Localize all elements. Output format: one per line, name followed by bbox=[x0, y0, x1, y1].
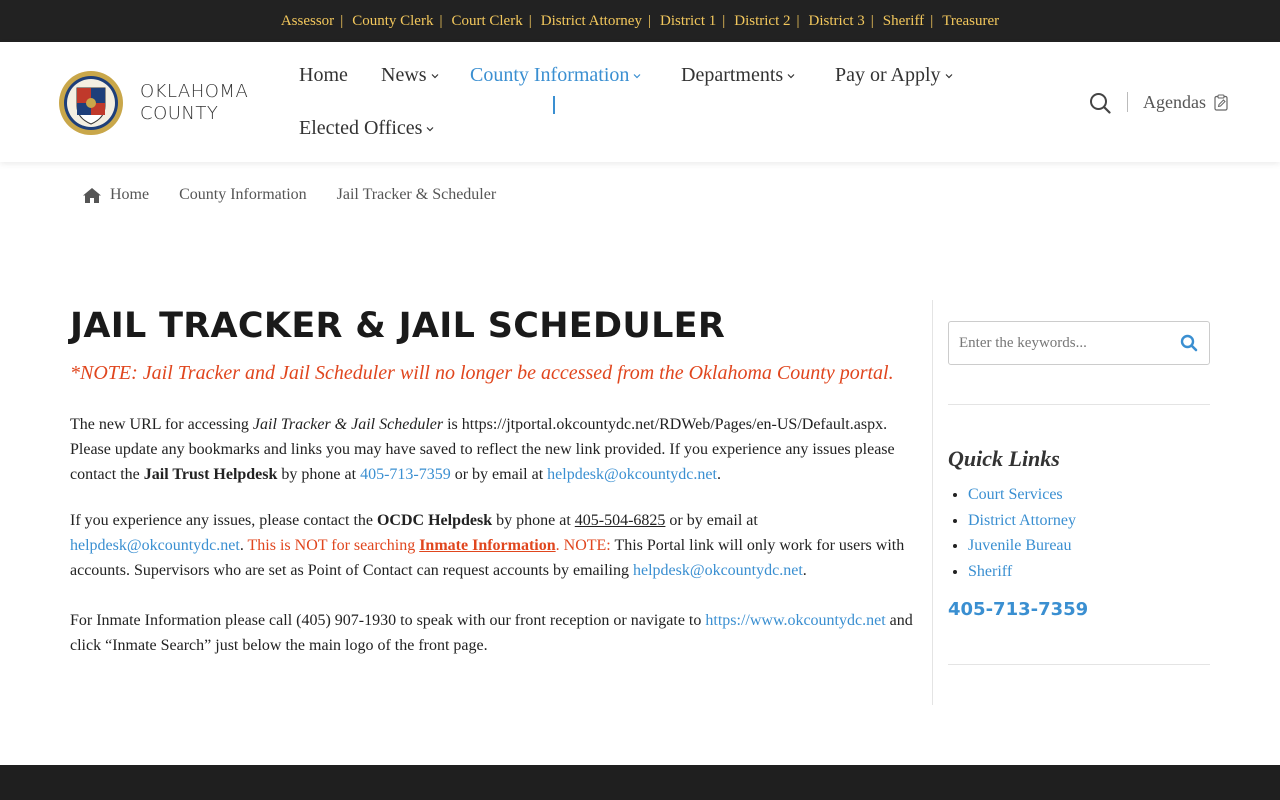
nav-home[interactable]: Home bbox=[299, 64, 348, 87]
topbar-link-district-1[interactable]: District 1 bbox=[660, 13, 716, 30]
quick-link-item: Court Services bbox=[968, 484, 1076, 510]
topbar-link-sheriff[interactable]: Sheriff bbox=[883, 13, 924, 30]
quick-links-heading: Quick Links bbox=[948, 446, 1060, 471]
logo-line-2: COUNTY bbox=[140, 103, 219, 124]
helpdesk-email-link[interactable]: helpdesk@okcountydc.net bbox=[547, 466, 717, 483]
quick-link-item: District Attorney bbox=[968, 510, 1076, 536]
agendas-label: Agendas bbox=[1143, 92, 1206, 112]
top-utility-bar: Assessor | County Clerk | Court Clerk | Dis… bbox=[0, 0, 1280, 42]
topbar-link-district-3[interactable]: District 3 bbox=[809, 13, 865, 30]
breadcrumb: Home County Information Jail Tracker & S… bbox=[82, 186, 496, 204]
topbar-link-treasurer[interactable]: Treasurer bbox=[942, 13, 999, 30]
nav-pay-or-apply[interactable]: Pay or Apply bbox=[835, 64, 953, 87]
sidebar-divider bbox=[932, 300, 933, 705]
topbar-link-district-attorney[interactable]: District Attorney bbox=[541, 13, 642, 30]
inmate-information-link[interactable]: Inmate Information bbox=[419, 537, 555, 554]
ocdc-phone-link[interactable]: 405-504-6825 bbox=[575, 512, 666, 529]
topbar-separator: | bbox=[722, 12, 726, 29]
county-wordmark: OKLAHOMA COUNTY bbox=[140, 81, 248, 125]
home-icon[interactable] bbox=[82, 187, 102, 204]
chevron-down-icon bbox=[427, 126, 434, 131]
nav-pay-or-apply-label: Pay or Apply bbox=[835, 64, 941, 86]
ocdc-helpdesk-paragraph: If you experience any issues, please con… bbox=[70, 508, 915, 583]
topbar-link-assessor[interactable]: Assessor bbox=[281, 13, 334, 30]
nav-home-label: Home bbox=[299, 64, 348, 86]
topbar-separator: | bbox=[647, 12, 651, 29]
page-title: JAIL TRACKER & JAIL SCHEDULER bbox=[70, 306, 726, 346]
text: by phone at bbox=[277, 466, 361, 483]
sidebar-search-input[interactable] bbox=[949, 323, 1164, 363]
quick-link-item: Juvenile Bureau bbox=[968, 535, 1076, 561]
topbar-separator: | bbox=[439, 12, 443, 29]
portal-notice: *NOTE: Jail Tracker and Jail Scheduler w… bbox=[70, 362, 894, 384]
warning-text: This is NOT for searching bbox=[247, 537, 420, 554]
topbar-separator: | bbox=[870, 12, 874, 29]
site-header: OKLAHOMA COUNTY Home News County Informa… bbox=[0, 42, 1280, 162]
text: . bbox=[802, 562, 807, 579]
text: or by email at bbox=[665, 512, 758, 529]
text: The new URL for accessing bbox=[70, 416, 253, 433]
jail-trust-helpdesk: Jail Trust Helpdesk bbox=[143, 466, 278, 483]
chevron-down-icon bbox=[634, 73, 641, 78]
okcountydc-website-link[interactable]: https://www.okcountydc.net bbox=[705, 612, 885, 629]
jail-trust-phone-link[interactable]: 405-713-7359 bbox=[360, 466, 451, 483]
topbar-link-court-clerk[interactable]: Court Clerk bbox=[451, 13, 522, 30]
search-icon[interactable] bbox=[1089, 92, 1111, 114]
helpdesk-email-link[interactable]: helpdesk@okcountydc.net bbox=[70, 537, 240, 554]
text: . bbox=[239, 537, 248, 554]
logo-line-1: OKLAHOMA bbox=[140, 81, 249, 102]
app-name: Jail Tracker & Jail Scheduler bbox=[252, 416, 444, 433]
sidebar-rule bbox=[948, 404, 1210, 405]
quick-link-item: Sheriff bbox=[968, 561, 1076, 587]
nav-news-label: News bbox=[381, 64, 427, 86]
nav-departments[interactable]: Departments bbox=[681, 64, 795, 87]
nav-county-information[interactable]: County Information bbox=[470, 64, 641, 87]
topbar-links: Assessor | County Clerk | Court Clerk | Dis… bbox=[281, 13, 999, 30]
jail-trust-paragraph: The new URL for accessing Jail Tracker &… bbox=[70, 412, 915, 487]
helpdesk-email-link[interactable]: helpdesk@okcountydc.net bbox=[633, 562, 803, 579]
text: For Inmate Information please call (405)… bbox=[70, 612, 706, 629]
county-logo[interactable]: OKLAHOMA COUNTY bbox=[58, 70, 248, 136]
quick-link-court-services[interactable]: Court Services bbox=[968, 486, 1063, 503]
topbar-link-district-2[interactable]: District 2 bbox=[734, 13, 790, 30]
clipboard-edit-icon bbox=[1214, 94, 1228, 111]
county-seal-icon bbox=[59, 71, 123, 135]
nav-elected-offices-label: Elected Offices bbox=[299, 117, 423, 139]
ocdc-helpdesk: OCDC Helpdesk bbox=[376, 512, 493, 529]
topbar-separator: | bbox=[796, 12, 800, 29]
inmate-information-paragraph: For Inmate Information please call (405)… bbox=[70, 608, 915, 658]
agendas-link[interactable]: Agendas bbox=[1143, 92, 1228, 113]
nav-departments-label: Departments bbox=[681, 64, 784, 86]
breadcrumb-home[interactable]: Home bbox=[110, 186, 149, 204]
topbar-separator: | bbox=[930, 12, 934, 29]
topbar-separator: | bbox=[528, 12, 532, 29]
chevron-down-icon bbox=[431, 73, 438, 78]
warning-text: . NOTE: bbox=[555, 537, 611, 554]
search-icon[interactable] bbox=[1180, 334, 1198, 352]
text: . bbox=[716, 466, 721, 483]
text: by phone at bbox=[492, 512, 575, 529]
quick-link-sheriff[interactable]: Sheriff bbox=[968, 563, 1012, 580]
breadcrumb-county-information[interactable]: County Information bbox=[179, 186, 307, 204]
quick-links-list: Court Services District Attorney Juvenil… bbox=[968, 484, 1076, 586]
sidebar-search-box bbox=[948, 321, 1210, 365]
nav-elected-offices[interactable]: Elected Offices bbox=[299, 117, 434, 140]
chevron-down-icon bbox=[787, 73, 795, 78]
quick-link-district-attorney[interactable]: District Attorney bbox=[968, 512, 1076, 529]
quick-link-juvenile-bureau[interactable]: Juvenile Bureau bbox=[968, 537, 1072, 554]
header-divider bbox=[1127, 92, 1128, 112]
text: If you experience any issues, please con… bbox=[70, 512, 377, 529]
breadcrumb-current: Jail Tracker & Scheduler bbox=[336, 186, 497, 203]
sidebar-phone-link[interactable]: 405-713-7359 bbox=[948, 599, 1088, 620]
site-footer bbox=[0, 765, 1280, 800]
chevron-down-icon bbox=[945, 73, 952, 78]
text: or by email at bbox=[450, 466, 548, 483]
topbar-link-county-clerk[interactable]: County Clerk bbox=[352, 13, 433, 30]
nav-news[interactable]: News bbox=[381, 64, 439, 87]
topbar-separator: | bbox=[340, 12, 344, 29]
sidebar-rule bbox=[948, 664, 1210, 665]
nav-county-information-label: County Information bbox=[470, 64, 630, 86]
active-nav-indicator bbox=[553, 96, 555, 114]
